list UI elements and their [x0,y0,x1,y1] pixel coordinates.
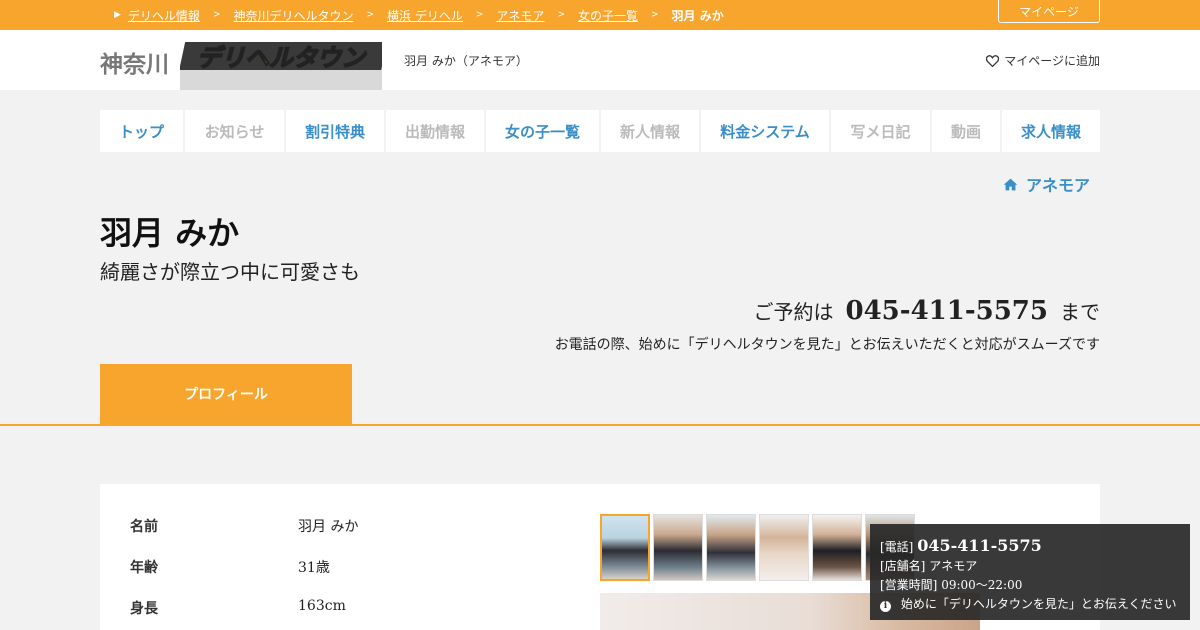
reservation-note: お電話の際、始めに「デリヘルタウンを見た」とお伝えいただくと対応がスムーズです [554,337,1100,353]
tooltip-tel-label: [電話] [880,540,914,554]
mypage-button[interactable]: マイページ [998,0,1100,23]
tooltip-notice: 始めに「デリヘルタウンを見た」とお伝えください [900,597,1177,611]
contact-tooltip: [電話] 045-411-5575 [店舗名] アネモア [営業時間] 09:0… [870,524,1190,620]
breadcrumb-link-shop[interactable]: アネモア [496,7,544,24]
breadcrumb-separator: > [366,10,375,20]
profile-row: 身長 163cm [130,598,346,618]
nav-discount[interactable]: 割引特典 [286,110,384,152]
tab-underline [0,424,1200,426]
breadcrumb-current: 羽月 みか [671,8,724,23]
reservation-prefix: ご予約は [753,300,834,324]
region-label: 神奈川 [100,52,169,78]
nav-photo-diary: 写メ日記 [831,110,930,152]
shop-nav: トップ お知らせ 割引特典 出勤情報 女の子一覧 新人情報 料金システム 写メ日… [100,110,1100,152]
nav-video: 動画 [932,110,1000,152]
tooltip-hours: 09:00～22:00 [941,578,1023,592]
profile-label: 身長 [130,601,158,617]
profile-value: 羽月 みか [298,519,359,535]
tooltip-shop-label: [店舗名] [880,559,926,573]
tab-profile[interactable]: プロフィール [100,364,352,424]
nav-top[interactable]: トップ [100,110,183,152]
reservation-suffix: まで [1060,300,1100,324]
photo-thumbnail[interactable] [600,514,650,581]
shop-home-link[interactable]: アネモア [1003,172,1090,196]
triangle-right-icon: ▶ [114,10,121,20]
svg-text:デリヘルタウン: デリヘルタウン [197,44,367,72]
photo-thumbnail[interactable] [812,514,862,581]
breadcrumb-link-deriheru-info[interactable]: デリヘル情報 [128,7,200,24]
site-header: 神奈川 デリヘルタウン 羽月 みか（アネモア） マイページに追加 [0,30,1200,90]
nav-girls-list[interactable]: 女の子一覧 [486,110,599,152]
profile-value: 163cm [298,598,346,614]
breadcrumb-link-yokohama[interactable]: 横浜 デリヘル [387,7,463,24]
tooltip-shop: アネモア [929,559,978,573]
profile-label: 名前 [130,519,158,535]
photo-thumbnails [600,514,915,581]
info-icon: i [880,601,891,612]
profile-value: 31歳 [298,560,330,576]
profile-row: 名前 羽月 みか [130,516,358,536]
photo-thumbnail[interactable] [706,514,756,581]
home-icon [1003,178,1018,190]
heart-icon [986,54,1000,67]
girl-name: 羽月 みか [100,214,240,252]
profile-label: 年齢 [130,560,158,576]
nav-recruit[interactable]: 求人情報 [1002,110,1100,152]
nav-news: お知らせ [185,110,284,152]
nav-newcomers: 新人情報 [601,110,699,152]
profile-row: 年齢 31歳 [130,557,330,577]
page-subtitle: 羽月 みか（アネモア） [404,54,528,68]
girl-catchphrase: 綺麗さが際立つ中に可愛さも [100,260,360,284]
photo-thumbnail[interactable] [759,514,809,581]
breadcrumb: ▶ デリヘル情報 > 神奈川デリヘルタウン > 横浜 デリヘル > アネモア >… [114,0,724,30]
site-logo[interactable]: デリヘルタウン [180,38,382,90]
add-to-mypage-link[interactable]: マイページに追加 [986,52,1100,69]
shop-name: アネモア [1025,176,1090,195]
breadcrumb-separator: > [475,10,484,20]
breadcrumb-separator: > [212,10,221,20]
photo-thumbnail[interactable] [653,514,703,581]
breadcrumb-separator: > [557,10,565,20]
breadcrumb-separator: > [651,10,659,20]
nav-schedule: 出勤情報 [386,110,484,152]
tooltip-hours-label: [営業時間] [880,578,938,592]
breadcrumb-link-girls-list[interactable]: 女の子一覧 [578,7,638,24]
reservation-phone[interactable]: 045-411-5575 [846,296,1049,326]
nav-price-system[interactable]: 料金システム [701,110,829,152]
breadcrumb-link-kanagawa[interactable]: 神奈川デリヘルタウン [233,7,353,24]
reservation-line: ご予約は 045-411-5575 まで [754,296,1101,326]
add-to-mypage-label: マイページに追加 [1004,54,1100,68]
tooltip-tel[interactable]: 045-411-5575 [917,536,1042,555]
top-bar: ▶ デリヘル情報 > 神奈川デリヘルタウン > 横浜 デリヘル > アネモア >… [0,0,1200,30]
